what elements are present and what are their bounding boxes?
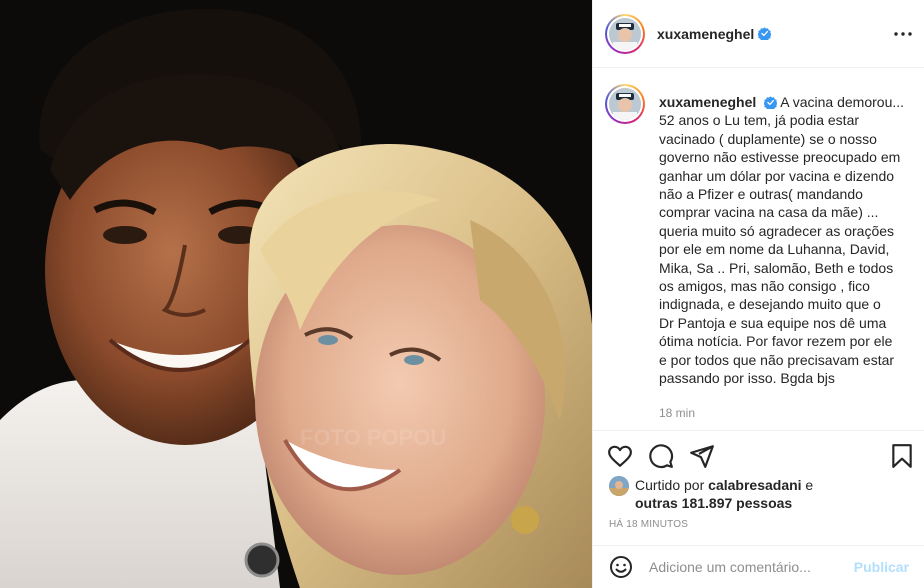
- photo-watermark: FOTO POPOU: [300, 425, 446, 450]
- liker-username[interactable]: calabresadani: [708, 477, 801, 493]
- caption-body: xuxameneghel A vacina demorou... 52 anos…: [659, 84, 909, 430]
- post-photo-illustration: FOTO POPOU: [0, 0, 592, 588]
- likes-prefix: Curtido por: [635, 477, 709, 493]
- likes-others-link[interactable]: outras 181.897 pessoas: [635, 495, 792, 511]
- caption-username[interactable]: xuxameneghel: [659, 94, 756, 110]
- post-time[interactable]: HÁ 18 MINUTOS: [609, 519, 688, 530]
- likes-text: Curtido por calabresadani e outras 181.8…: [635, 476, 813, 512]
- caption-section: xuxameneghel A vacina demorou... 52 anos…: [593, 68, 924, 430]
- bookmark-icon[interactable]: [889, 443, 915, 469]
- publish-button[interactable]: Publicar: [854, 559, 909, 575]
- caption-timestamp[interactable]: 18 min: [659, 404, 909, 422]
- verified-badge-icon: [758, 27, 772, 40]
- likes-connector: e: [801, 477, 814, 493]
- comment-icon[interactable]: [648, 443, 674, 469]
- comment-bar: Publicar: [593, 545, 924, 588]
- post-actions: [593, 430, 924, 472]
- comment-input[interactable]: [649, 559, 839, 575]
- post-photo[interactable]: FOTO POPOU: [0, 0, 592, 588]
- likes-summary: Curtido por calabresadani e outras 181.8…: [609, 476, 909, 512]
- post-side-panel: xuxameneghel xuxameneghel A vacina demor…: [592, 0, 924, 588]
- heart-icon[interactable]: [607, 443, 633, 469]
- more-options-icon[interactable]: [893, 24, 913, 44]
- verified-badge-icon: [764, 96, 778, 109]
- caption-avatar[interactable]: [605, 84, 645, 124]
- post-header: xuxameneghel: [593, 0, 924, 68]
- liker-avatar[interactable]: [609, 476, 629, 496]
- header-avatar[interactable]: [605, 13, 645, 54]
- header-username[interactable]: xuxameneghel: [657, 26, 754, 42]
- share-icon[interactable]: [689, 443, 715, 469]
- emoji-icon[interactable]: [609, 555, 633, 579]
- caption-text: A vacina demorou... 52 anos o Lu tem, já…: [659, 94, 905, 387]
